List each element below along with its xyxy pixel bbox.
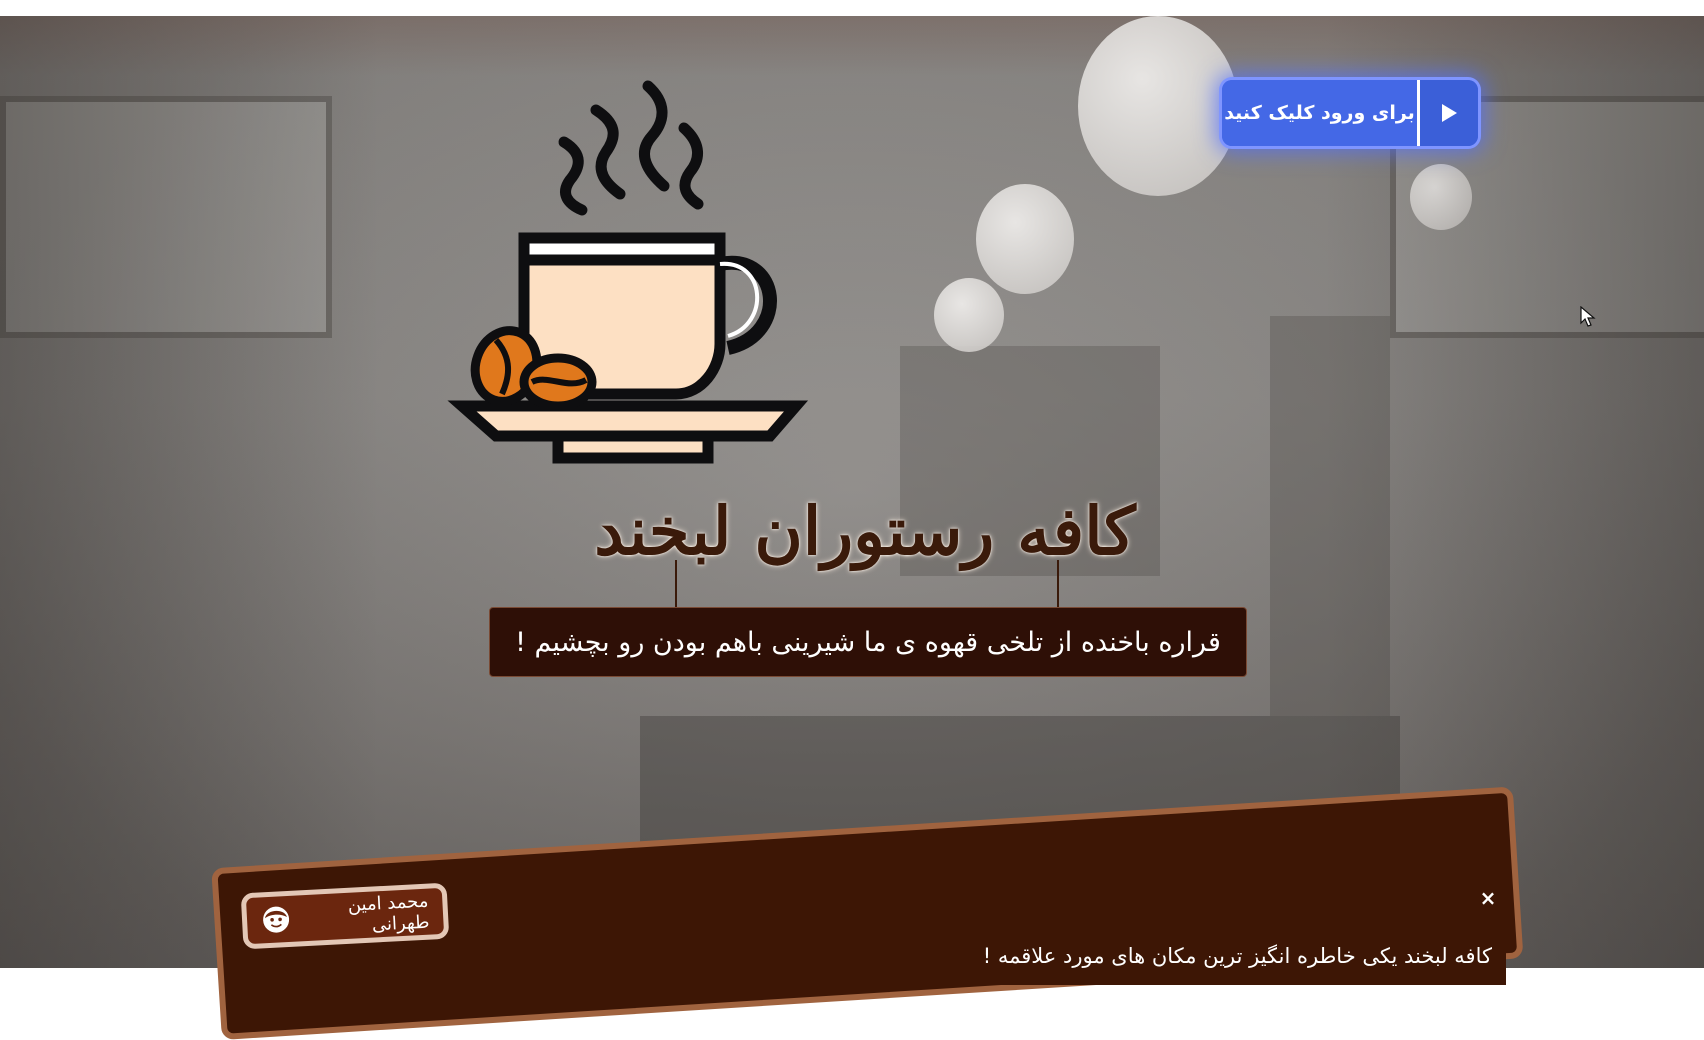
pendant-lamp — [1078, 16, 1238, 196]
hero-shade-left — [0, 16, 380, 968]
sign-string — [675, 560, 677, 608]
sign-string — [1057, 560, 1059, 608]
pendant-lamp — [934, 278, 1004, 352]
enter-button-label: برای ورود کلیک کنید — [1222, 80, 1417, 146]
footer-message: کافه لبخند یکی خاطره انگیز ترین مکان های… — [982, 944, 1492, 968]
author-name: محمد امین طهرانی — [347, 890, 430, 936]
tagline-sign: قراره باخنده از تلخی قهوه ی ما شیرینی با… — [489, 607, 1247, 677]
close-icon[interactable]: × — [1476, 886, 1500, 910]
page-title: کافه رستوران لبخند — [594, 492, 1136, 570]
avatar-icon — [263, 906, 290, 933]
coffee-cup-icon — [447, 80, 809, 464]
pendant-lamp — [976, 184, 1074, 294]
mouse-cursor-icon — [1580, 306, 1596, 327]
enter-button[interactable]: برای ورود کلیک کنید — [1222, 80, 1478, 146]
play-icon — [1417, 80, 1478, 146]
author-badge[interactable]: محمد امین طهرانی — [240, 882, 450, 950]
